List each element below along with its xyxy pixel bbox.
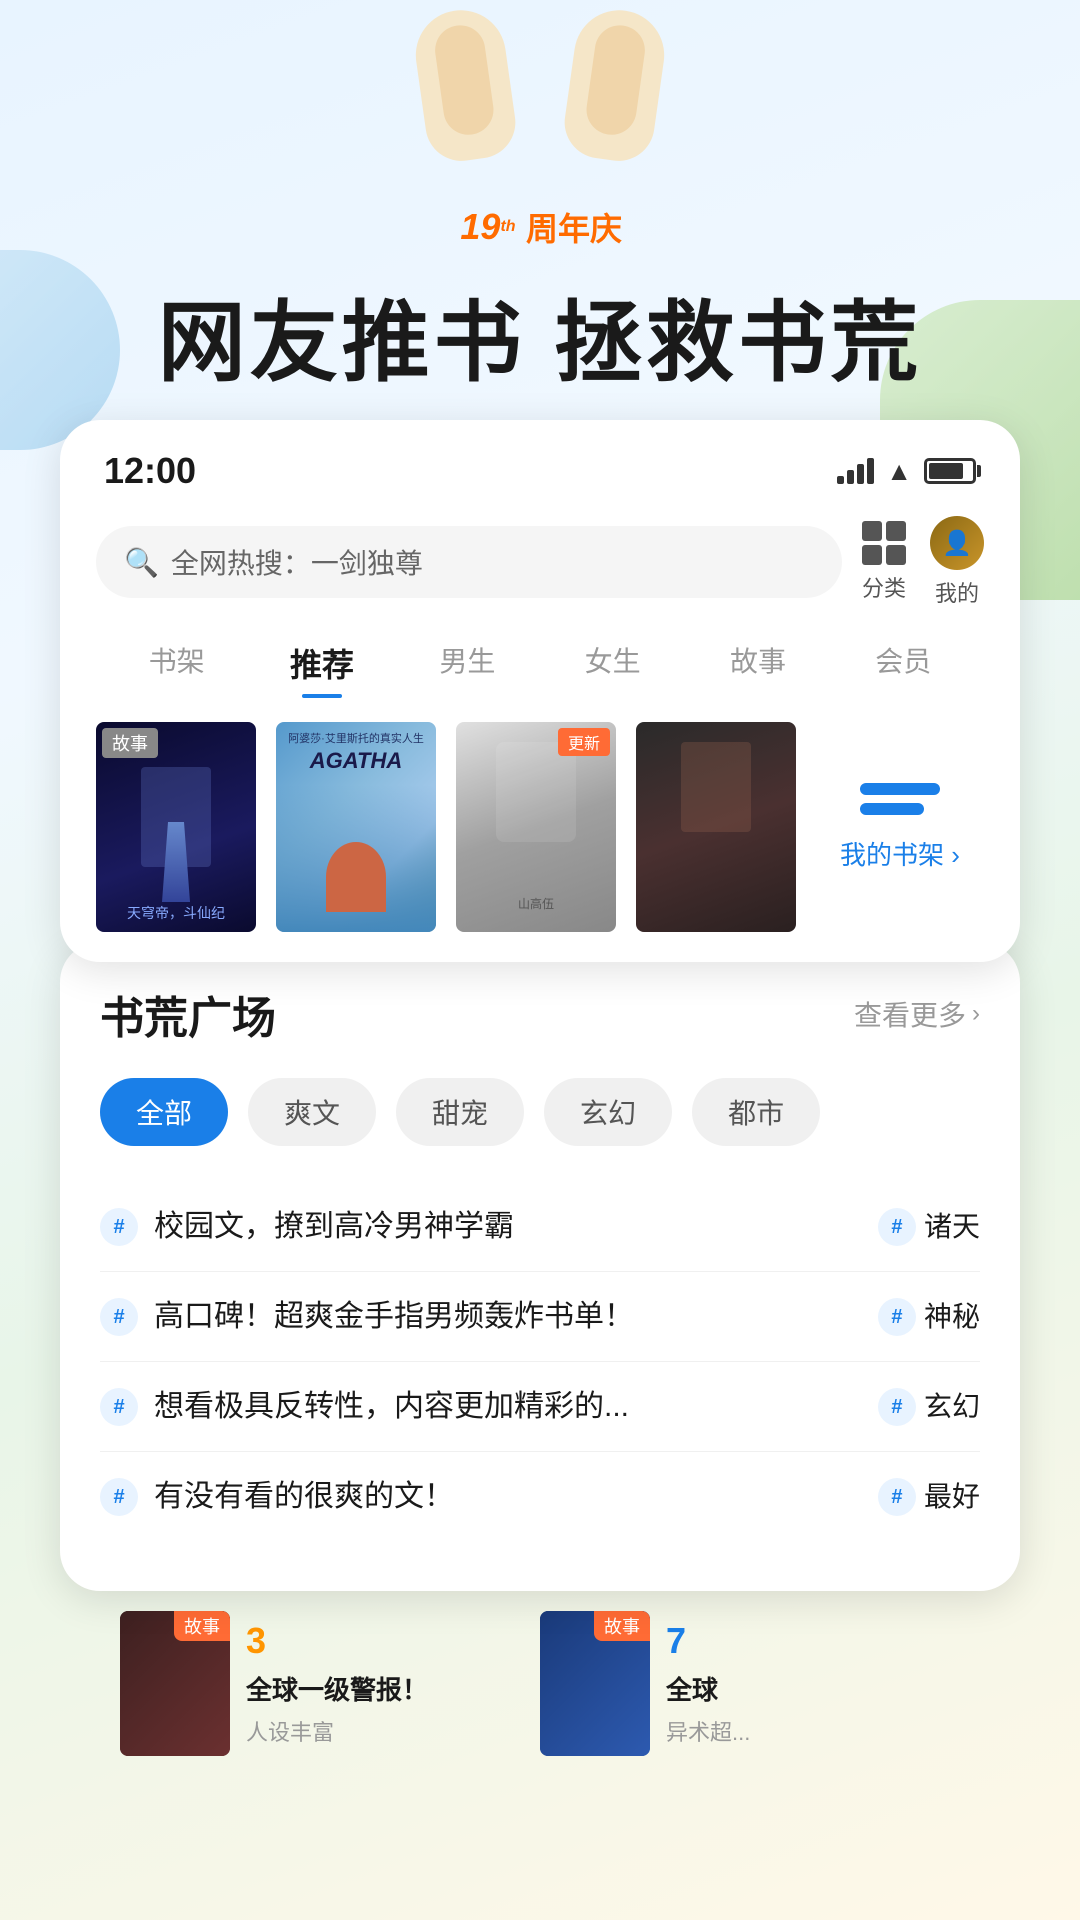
list-tag-3: # 玄幻 — [878, 1384, 980, 1426]
list-text-3: 想看极具反转性，内容更加精彩的... — [154, 1384, 862, 1429]
book-2[interactable]: 阿婆莎·艾里斯托的真实人生 AGATHA — [276, 722, 436, 932]
hash-icon-right-3: # — [878, 1388, 916, 1426]
battery-icon — [924, 458, 976, 484]
preview-book-2[interactable]: 故事 7 全球 异术超... — [540, 1611, 960, 1756]
status-bar: 12:00 ▲ — [96, 450, 984, 492]
shuhuang-panel: 书荒广场 查看更多 › 全部 爽文 甜宠 玄幻 都市 # 校园文，撩到高冷男神学… — [60, 942, 1020, 1591]
search-bar[interactable]: 🔍 全网热搜：一剑独尊 — [96, 526, 842, 598]
preview-badge-2: 故事 — [594, 1611, 650, 1641]
left-ear — [410, 4, 520, 165]
preview-info-2: 7 全球 异术超... — [666, 1620, 960, 1747]
list-item[interactable]: # 想看极具反转性，内容更加精彩的... # 玄幻 — [100, 1362, 980, 1452]
see-more-button[interactable]: 查看更多 › — [854, 994, 980, 1034]
hash-icon-right-2: # — [878, 1298, 916, 1336]
list-tag-text-4: 最好 — [924, 1475, 980, 1515]
section-title: 书荒广场 — [100, 982, 276, 1046]
preview-rank-2: 7 — [666, 1620, 960, 1662]
anniversary-text: 周年庆 — [526, 204, 622, 250]
list-tag-1: # 诸天 — [878, 1204, 980, 1246]
tab-male[interactable]: 男生 — [395, 632, 540, 694]
phone-top-panel: 12:00 ▲ 🔍 全网热搜：一剑独尊 — [60, 420, 1020, 962]
section-header: 书荒广场 查看更多 › — [100, 982, 980, 1046]
hash-icon-right-4: # — [878, 1478, 916, 1516]
chevron-right-icon: › — [972, 1000, 980, 1028]
list-item[interactable]: # 有没有看的很爽的文！ # 最好 — [100, 1452, 980, 1541]
book-1[interactable]: 故事 天穹帝，斗仙纪 — [96, 722, 256, 932]
filter-city[interactable]: 都市 — [692, 1078, 820, 1146]
search-row: 🔍 全网热搜：一剑独尊 分类 👤 我的 — [96, 516, 984, 608]
wifi-icon: ▲ — [886, 456, 912, 487]
anniversary-number: 19 — [460, 209, 500, 245]
filter-fantasy[interactable]: 玄幻 — [544, 1078, 672, 1146]
book-2-subtitle: 阿婆莎·艾里斯托的真实人生 — [280, 730, 432, 746]
status-icons: ▲ — [837, 456, 976, 487]
list-text-2: 高口碑！超爽金手指男频轰炸书单！ — [154, 1294, 862, 1339]
bottom-previews: 故事 3 全球一级警报！ 人设丰富 故事 7 全球 异术超... — [60, 1591, 1020, 1776]
search-placeholder: 全网热搜：一剑独尊 — [171, 542, 423, 582]
tab-story[interactable]: 故事 — [685, 632, 830, 694]
preview-badge-1: 故事 — [174, 1611, 230, 1641]
bookshelf-row: 故事 天穹帝，斗仙纪 阿婆莎·艾里斯托的真实人生 AGATHA 山高伍 更新 — [96, 722, 984, 932]
filter-sweet[interactable]: 甜宠 — [396, 1078, 524, 1146]
list-tag-text-3: 玄幻 — [924, 1385, 980, 1425]
preview-title-2: 全球 — [666, 1670, 960, 1707]
shelf-icon — [860, 783, 940, 823]
list-item[interactable]: # 校园文，撩到高冷男神学霸 # 诸天 — [100, 1182, 980, 1272]
hash-icon-right-1: # — [878, 1208, 916, 1246]
list-text-4: 有没有看的很爽的文！ — [154, 1474, 862, 1519]
preview-sub-2: 异术超... — [666, 1715, 960, 1747]
tab-vip[interactable]: 会员 — [831, 632, 976, 694]
hero-area: 19th 周年庆 网友推书 拯救书荒 — [0, 0, 1080, 420]
tab-recommend[interactable]: 推荐 — [249, 632, 394, 694]
hash-icon-2: # — [100, 1298, 138, 1336]
list-item[interactable]: # 高口碑！超爽金手指男频轰炸书单！ # 神秘 — [100, 1272, 980, 1362]
book-1-badge: 故事 — [102, 728, 158, 758]
preview-info-1: 3 全球一级警报！ 人设丰富 — [246, 1620, 540, 1747]
hash-icon-3: # — [100, 1388, 138, 1426]
bunny-ears — [390, 0, 690, 160]
list-tag-text-1: 诸天 — [924, 1205, 980, 1245]
filter-cool[interactable]: 爽文 — [248, 1078, 376, 1146]
book-4[interactable] — [636, 722, 796, 932]
list-text-1: 校园文，撩到高冷男神学霸 — [154, 1204, 862, 1249]
nav-tabs: 书架 推荐 男生 女生 故事 会员 — [96, 632, 984, 694]
book-1-title: 天穹帝，斗仙纪 — [102, 904, 250, 922]
tab-bookshelf[interactable]: 书架 — [104, 632, 249, 694]
classify-label: 分类 — [862, 571, 906, 603]
anniversary-icon: 19th — [458, 202, 518, 252]
avatar: 👤 — [930, 516, 984, 570]
filter-all[interactable]: 全部 — [100, 1078, 228, 1146]
hash-icon-1: # — [100, 1208, 138, 1246]
my-shelf[interactable]: 我的书架 › — [816, 722, 984, 932]
book-3[interactable]: 山高伍 更新 — [456, 722, 616, 932]
status-time: 12:00 — [104, 450, 196, 492]
search-icon: 🔍 — [124, 546, 159, 579]
preview-cover-1: 故事 — [120, 1611, 230, 1756]
book-3-badge: 更新 — [558, 728, 610, 756]
profile-action[interactable]: 👤 我的 — [930, 516, 984, 608]
phone-container: 12:00 ▲ 🔍 全网热搜：一剑独尊 — [60, 420, 1020, 1776]
list-tag-text-2: 神秘 — [924, 1295, 980, 1335]
preview-rank-1: 3 — [246, 1620, 540, 1662]
classify-icon — [862, 521, 906, 565]
signal-icon — [837, 458, 874, 484]
preview-title-1: 全球一级警报！ — [246, 1670, 540, 1707]
hero-title: 网友推书 拯救书荒 — [158, 272, 922, 399]
right-ear — [560, 4, 670, 165]
preview-cover-2: 故事 — [540, 1611, 650, 1756]
anniversary-badge: 19th 周年庆 — [458, 202, 622, 252]
list-tag-2: # 神秘 — [878, 1294, 980, 1336]
filter-chips: 全部 爽文 甜宠 玄幻 都市 — [100, 1078, 980, 1146]
classify-action[interactable]: 分类 — [862, 521, 906, 603]
action-row: 分类 👤 我的 — [862, 516, 984, 608]
anniversary-suffix: th — [500, 218, 515, 236]
list-tag-4: # 最好 — [878, 1474, 980, 1516]
hash-icon-4: # — [100, 1478, 138, 1516]
my-shelf-label: 我的书架 › — [840, 835, 960, 872]
preview-book-1[interactable]: 故事 3 全球一级警报！ 人设丰富 — [120, 1611, 540, 1756]
preview-sub-1: 人设丰富 — [246, 1715, 540, 1747]
profile-label: 我的 — [935, 576, 979, 608]
book-2-title: AGATHA — [310, 748, 402, 774]
tab-female[interactable]: 女生 — [540, 632, 685, 694]
